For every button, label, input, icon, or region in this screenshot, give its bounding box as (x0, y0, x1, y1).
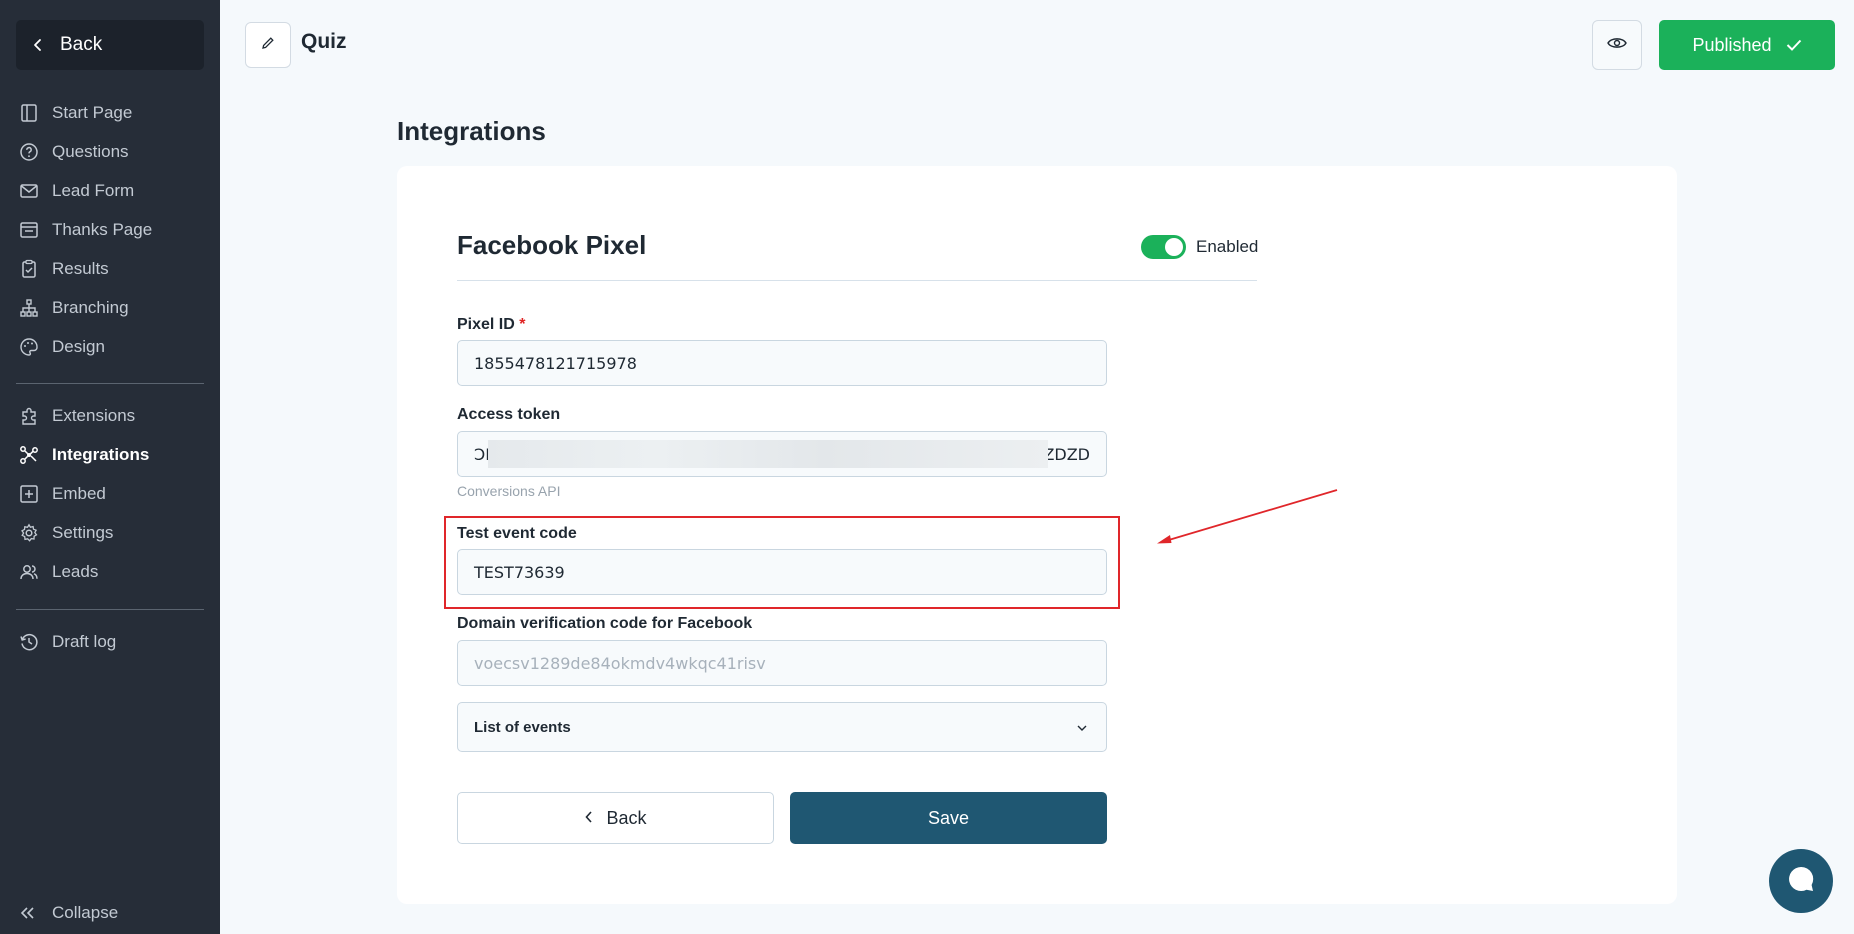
sidebar-item-label: Design (52, 336, 105, 356)
sidebar-item-results[interactable]: Results (0, 249, 220, 288)
sidebar-item-extensions[interactable]: Extensions (0, 396, 220, 435)
sidebar-item-label: Embed (52, 483, 106, 503)
sidebar-item-label: Settings (52, 522, 114, 542)
clipboard-icon (19, 259, 52, 279)
preview-button[interactable] (1592, 20, 1642, 70)
test-event-label: Test event code (457, 525, 577, 542)
pixel-id-label-text: Pixel ID (457, 316, 515, 333)
edit-title-button[interactable] (245, 22, 291, 68)
sidebar-item-label: Branching (52, 297, 129, 317)
sidebar-back-label: Back (60, 34, 103, 55)
access-token-helper: Conversions API (457, 483, 561, 499)
branching-icon (19, 298, 52, 318)
sidebar-item-label: Integrations (52, 444, 150, 464)
sidebar-item-thanks-page[interactable]: Thanks Page (0, 210, 220, 249)
section-divider (457, 280, 1257, 281)
pencil-icon (260, 35, 276, 56)
chevron-down-icon (1076, 719, 1088, 736)
back-button-label: Back (606, 807, 647, 828)
sidebar-collapse-label: Collapse (52, 903, 119, 922)
sidebar-item-questions[interactable]: Questions (0, 132, 220, 171)
sidebar-item-label: Draft log (52, 631, 117, 651)
save-button[interactable]: Save (790, 792, 1107, 844)
gear-icon (19, 523, 52, 543)
sidebar-back-button[interactable]: Back (16, 20, 204, 70)
sidebar-divider (16, 609, 204, 610)
question-circle-icon (19, 142, 52, 162)
chevron-left-icon (584, 808, 594, 829)
pixel-id-input[interactable]: 1855478121715978 (457, 340, 1107, 386)
sidebar-item-start-page[interactable]: Start Page (0, 93, 220, 132)
sidebar-item-label: Start Page (52, 102, 133, 122)
access-token-label: Access token (457, 406, 561, 423)
mail-icon (19, 181, 52, 201)
embed-icon (19, 484, 52, 504)
chevron-left-icon (32, 37, 60, 53)
published-button[interactable]: Published (1659, 20, 1835, 70)
sidebar-item-branching[interactable]: Branching (0, 288, 220, 327)
sidebar-nav-secondary: Extensions Integrations Embed Settings L… (0, 396, 220, 591)
page-title: Integrations (397, 116, 546, 146)
eye-icon (1607, 36, 1627, 55)
sidebar-collapse-button[interactable]: Collapse (19, 898, 118, 928)
double-chevron-left-icon (19, 905, 52, 921)
domain-verification-input[interactable]: voecsv1289de84okmdv4wkqc41risv (457, 640, 1107, 686)
pixel-id-label: Pixel ID * (457, 316, 526, 334)
page-icon (19, 103, 52, 123)
sidebar-item-leads[interactable]: Leads (0, 552, 220, 591)
enabled-toggle[interactable] (1141, 235, 1186, 259)
sidebar-item-design[interactable]: Design (0, 327, 220, 366)
toggle-knob (1165, 238, 1183, 256)
events-select-label: List of events (474, 718, 571, 736)
sidebar-item-settings[interactable]: Settings (0, 513, 220, 552)
chat-widget-button[interactable] (1769, 849, 1833, 913)
back-button[interactable]: Back (457, 792, 774, 844)
chat-icon (1786, 864, 1816, 899)
sidebar-item-embed[interactable]: Embed (0, 474, 220, 513)
sidebar-item-integrations[interactable]: Integrations (0, 435, 220, 474)
sidebar-item-label: Extensions (52, 405, 136, 425)
sidebar-item-label: Thanks Page (52, 219, 153, 239)
required-mark: * (519, 316, 526, 333)
sidebar-item-label: Results (52, 258, 109, 278)
history-icon (19, 632, 52, 652)
integrations-icon (19, 445, 52, 465)
thanks-page-icon (19, 220, 52, 240)
sidebar-nav-tertiary: Draft log (0, 622, 220, 661)
quiz-title: Quiz (301, 30, 347, 53)
access-token-end: ZDZD (1043, 444, 1090, 464)
check-icon (1786, 35, 1802, 56)
sidebar-nav-primary: Start Page Questions Lead Form Thanks Pa… (0, 93, 220, 366)
section-title: Facebook Pixel (457, 230, 647, 260)
test-event-input[interactable]: TEST73639 (457, 549, 1107, 595)
puzzle-icon (19, 406, 52, 426)
events-select[interactable]: List of events (457, 702, 1107, 752)
annotation-arrow (1157, 489, 1338, 544)
sidebar-item-label: Leads (52, 561, 99, 581)
sidebar-item-draft-log[interactable]: Draft log (0, 622, 220, 661)
toggle-label: Enabled (1196, 237, 1259, 256)
sidebar-item-label: Lead Form (52, 180, 135, 200)
sidebar-divider (16, 383, 204, 384)
users-icon (19, 562, 52, 582)
sidebar: Back Start Page Questions Lead Form Than… (0, 0, 220, 934)
domain-verification-label: Domain verification code for Facebook (457, 615, 753, 632)
sidebar-item-lead-form[interactable]: Lead Form (0, 171, 220, 210)
palette-icon (19, 337, 52, 357)
publish-label: Published (1692, 34, 1772, 55)
redacted-token-blur (488, 440, 1048, 468)
sidebar-item-label: Questions (52, 141, 129, 161)
